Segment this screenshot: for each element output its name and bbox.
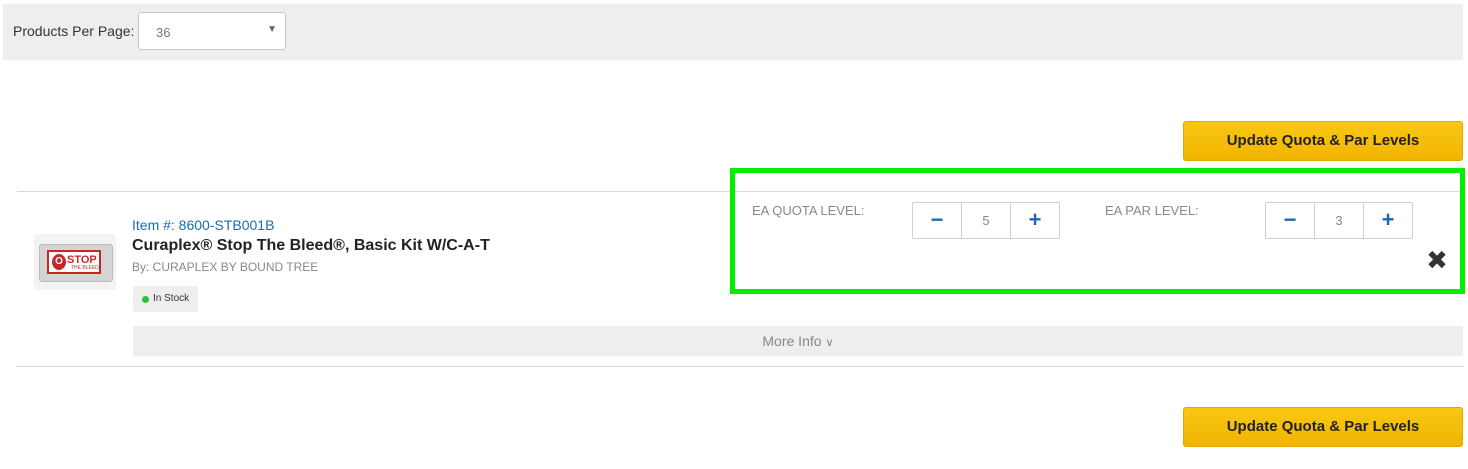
- update-quota-par-button-top[interactable]: Update Quota & Par Levels: [1183, 121, 1463, 161]
- quota-decrement-button[interactable]: −: [913, 203, 961, 238]
- product-logo-sub: THE BLEED: [71, 265, 99, 271]
- quota-level-stepper: − 5 +: [912, 202, 1060, 239]
- more-info-label: More Info: [762, 333, 822, 349]
- product-logo-letter: O: [52, 254, 66, 270]
- products-per-page-value: 36: [156, 25, 171, 40]
- product-label: O STOP THE BLEED: [47, 250, 101, 274]
- in-stock-dot-icon: [142, 296, 149, 303]
- par-decrement-button[interactable]: −: [1266, 203, 1314, 238]
- update-quota-par-button-bottom[interactable]: Update Quota & Par Levels: [1183, 407, 1463, 447]
- par-level-stepper: − 3 +: [1265, 202, 1413, 239]
- item-number-link[interactable]: Item #: 8600-STB001B: [132, 217, 274, 233]
- stock-status-text: In Stock: [153, 293, 190, 304]
- par-level-label: EA PAR LEVEL:: [1105, 203, 1199, 218]
- chevron-down-icon: ∨: [825, 337, 834, 349]
- more-info-toggle[interactable]: More Info ∨: [133, 326, 1463, 356]
- chevron-down-icon: ▼: [267, 24, 277, 35]
- products-per-page-label: Products Per Page:: [13, 23, 135, 39]
- stock-status-badge: In Stock: [133, 286, 199, 312]
- product-brand: By: CURAPLEX BY BOUND TREE: [132, 260, 319, 274]
- products-per-page-select[interactable]: 36 ▼: [138, 12, 286, 50]
- quota-increment-button[interactable]: +: [1011, 203, 1059, 238]
- par-increment-button[interactable]: +: [1364, 203, 1412, 238]
- close-icon[interactable]: ✖: [1424, 246, 1450, 274]
- par-quantity-input[interactable]: 3: [1314, 203, 1364, 238]
- quota-level-label: EA QUOTA LEVEL:: [752, 203, 865, 218]
- product-title[interactable]: Curaplex® Stop The Bleed®, Basic Kit W/C…: [132, 237, 490, 255]
- toolbar: Products Per Page: 36 ▼: [3, 4, 1463, 60]
- product-image[interactable]: O STOP THE BLEED: [34, 234, 116, 290]
- quota-quantity-input[interactable]: 5: [961, 203, 1011, 238]
- divider: [17, 366, 1463, 367]
